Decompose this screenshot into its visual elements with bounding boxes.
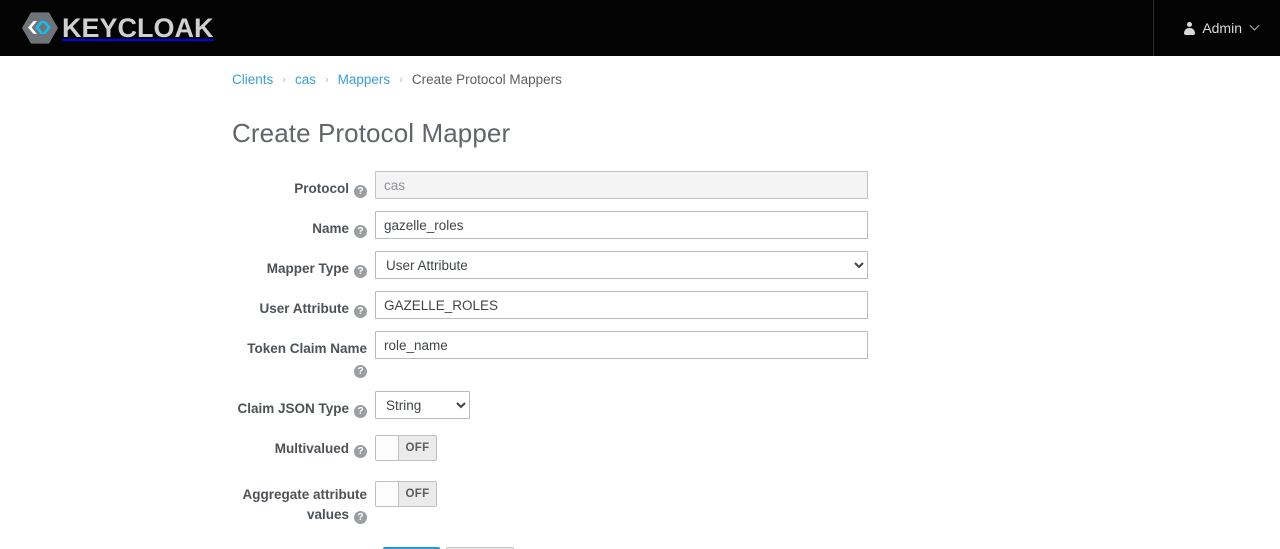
help-icon[interactable]: ? [354, 365, 367, 378]
user-attribute-input[interactable] [375, 291, 868, 319]
aggregate-attribute-values-toggle-state: OFF [405, 488, 430, 500]
chevron-down-icon [1249, 20, 1260, 31]
help-icon[interactable]: ? [354, 265, 367, 278]
label-multivalued-text: Multivalued [274, 441, 349, 456]
label-multivalued: Multivalued? [232, 431, 375, 459]
user-menu-label: Admin [1202, 20, 1242, 36]
user-icon [1184, 21, 1196, 35]
form-row-claim-json-type: Claim JSON Type? String [232, 391, 1280, 419]
label-token-claim-name-text: Token Claim Name [247, 341, 367, 356]
label-claim-json-type: Claim JSON Type? [232, 391, 375, 419]
toggle-handle [376, 436, 399, 460]
multivalued-toggle-state: OFF [405, 442, 430, 454]
form-row-protocol: Protocol? [232, 171, 1280, 199]
top-navbar: KEYCLOAK Admin [0, 0, 1280, 56]
form-row-name: Name? [232, 211, 1280, 239]
label-protocol: Protocol? [232, 171, 375, 199]
form-row-token-claim-name: Token Claim Name? [232, 331, 1280, 379]
brand-name: KEYCLOAK [62, 12, 214, 43]
help-icon[interactable]: ? [354, 511, 367, 524]
breadcrumb-separator: › [282, 74, 286, 86]
aggregate-attribute-values-toggle[interactable]: OFF [375, 481, 437, 507]
label-mapper-type-text: Mapper Type [266, 261, 349, 276]
help-icon[interactable]: ? [354, 225, 367, 238]
create-protocol-mapper-form: Protocol? Name? Mapper Type? User Attrib… [232, 171, 1280, 549]
help-icon[interactable]: ? [354, 185, 367, 198]
label-claim-json-type-text: Claim JSON Type [237, 401, 349, 416]
main-content: Clients › cas › Mappers › Create Protoco… [0, 56, 1280, 549]
page-title: Create Protocol Mapper [232, 118, 511, 148]
claim-json-type-select[interactable]: String [375, 391, 470, 419]
form-row-user-attribute: User Attribute? [232, 291, 1280, 319]
breadcrumb-item-clients[interactable]: Clients [232, 70, 273, 90]
help-icon[interactable]: ? [354, 305, 367, 318]
help-icon[interactable]: ? [354, 405, 367, 418]
breadcrumb-separator: › [324, 74, 329, 86]
multivalued-toggle[interactable]: OFF [375, 435, 437, 461]
label-user-attribute-text: User Attribute [259, 301, 349, 316]
token-claim-name-input[interactable] [375, 331, 868, 359]
label-protocol-text: Protocol [294, 181, 349, 196]
breadcrumb-item-mappers[interactable]: Mappers [338, 70, 391, 90]
label-aggregate-attribute-values-text: Aggregate attribute values [242, 487, 367, 522]
protocol-input [375, 171, 868, 199]
breadcrumb-item-current: Create Protocol Mappers [411, 72, 562, 87]
brand-logo-link[interactable]: KEYCLOAK [0, 0, 214, 56]
form-row-aggregate-attribute-values: Aggregate attribute values? OFF [232, 477, 1280, 525]
breadcrumb-item-cas[interactable]: cas [295, 70, 316, 90]
label-aggregate-attribute-values: Aggregate attribute values? [232, 477, 375, 525]
form-row-mapper-type: Mapper Type? User Attribute [232, 251, 1280, 279]
label-name-text: Name [312, 221, 349, 236]
keycloak-logo-icon [20, 10, 60, 46]
mapper-type-select[interactable]: User Attribute [375, 251, 868, 279]
toggle-handle [376, 482, 399, 506]
name-input[interactable] [375, 211, 868, 239]
help-icon[interactable]: ? [354, 445, 367, 458]
user-menu[interactable]: Admin [1153, 0, 1280, 56]
label-user-attribute: User Attribute? [232, 291, 375, 319]
label-mapper-type: Mapper Type? [232, 251, 375, 279]
label-name: Name? [232, 211, 375, 239]
breadcrumb: Clients › cas › Mappers › Create Protoco… [232, 70, 1280, 90]
breadcrumb-separator: › [399, 74, 403, 86]
form-row-multivalued: Multivalued? OFF [232, 431, 1280, 465]
label-token-claim-name: Token Claim Name? [232, 331, 375, 379]
